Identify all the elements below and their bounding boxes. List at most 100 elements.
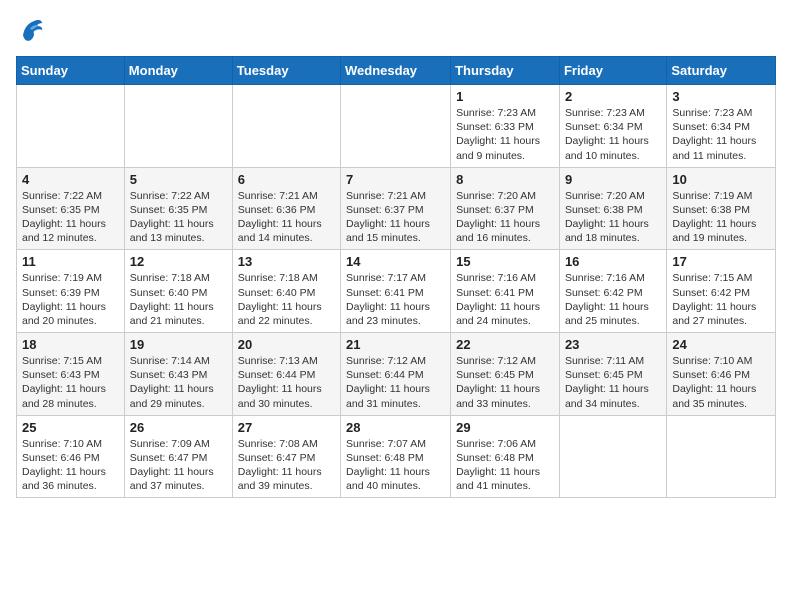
calendar-day-cell — [559, 415, 666, 498]
day-number: 28 — [346, 420, 445, 435]
calendar-day-cell: 5 Sunrise: 7:22 AM Sunset: 6:35 PM Daylig… — [124, 167, 232, 250]
day-number: 27 — [238, 420, 335, 435]
calendar-day-cell: 9 Sunrise: 7:20 AM Sunset: 6:38 PM Daylig… — [559, 167, 666, 250]
day-number: 11 — [22, 254, 119, 269]
calendar-day-cell: 4 Sunrise: 7:22 AM Sunset: 6:35 PM Daylig… — [17, 167, 125, 250]
day-info: Sunrise: 7:16 AM Sunset: 6:41 PM Dayligh… — [456, 271, 554, 328]
day-number: 16 — [565, 254, 661, 269]
day-number: 3 — [672, 89, 770, 104]
calendar-day-cell: 29 Sunrise: 7:06 AM Sunset: 6:48 PM Dayli… — [451, 415, 560, 498]
day-number: 29 — [456, 420, 554, 435]
day-info: Sunrise: 7:17 AM Sunset: 6:41 PM Dayligh… — [346, 271, 445, 328]
day-info: Sunrise: 7:19 AM Sunset: 6:39 PM Dayligh… — [22, 271, 119, 328]
calendar-table: SundayMondayTuesdayWednesdayThursdayFrid… — [16, 56, 776, 498]
calendar-day-cell: 6 Sunrise: 7:21 AM Sunset: 6:36 PM Daylig… — [232, 167, 340, 250]
day-number: 19 — [130, 337, 227, 352]
calendar-body: 1 Sunrise: 7:23 AM Sunset: 6:33 PM Daylig… — [17, 85, 776, 498]
calendar-day-cell: 17Sunrise: 7:15 AM Sunset: 6:42 PM Dayli… — [667, 250, 776, 333]
calendar-week-row: 4 Sunrise: 7:22 AM Sunset: 6:35 PM Daylig… — [17, 167, 776, 250]
day-number: 13 — [238, 254, 335, 269]
day-info: Sunrise: 7:18 AM Sunset: 6:40 PM Dayligh… — [130, 271, 227, 328]
weekday-header-cell: Saturday — [667, 57, 776, 85]
calendar-day-cell: 14 Sunrise: 7:17 AM Sunset: 6:41 PM Dayli… — [341, 250, 451, 333]
day-info: Sunrise: 7:22 AM Sunset: 6:35 PM Dayligh… — [130, 189, 227, 246]
logo-bird-icon — [16, 16, 44, 44]
calendar-day-cell: 2 Sunrise: 7:23 AM Sunset: 6:34 PM Daylig… — [559, 85, 666, 168]
day-info: Sunrise: 7:10 AM Sunset: 6:46 PM Dayligh… — [22, 437, 119, 494]
weekday-header-cell: Friday — [559, 57, 666, 85]
weekday-header-cell: Monday — [124, 57, 232, 85]
day-number: 23 — [565, 337, 661, 352]
day-number: 9 — [565, 172, 661, 187]
day-info: Sunrise: 7:23 AM Sunset: 6:34 PM Dayligh… — [672, 106, 770, 163]
day-number: 12 — [130, 254, 227, 269]
day-info: Sunrise: 7:15 AM Sunset: 6:42 PM Dayligh… — [672, 271, 770, 328]
day-info: Sunrise: 7:12 AM Sunset: 6:44 PM Dayligh… — [346, 354, 445, 411]
calendar-week-row: 25 Sunrise: 7:10 AM Sunset: 6:46 PM Dayli… — [17, 415, 776, 498]
weekday-header-row: SundayMondayTuesdayWednesdayThursdayFrid… — [17, 57, 776, 85]
day-number: 24 — [672, 337, 770, 352]
day-number: 4 — [22, 172, 119, 187]
calendar-week-row: 18Sunrise: 7:15 AM Sunset: 6:43 PM Dayli… — [17, 333, 776, 416]
day-info: Sunrise: 7:22 AM Sunset: 6:35 PM Dayligh… — [22, 189, 119, 246]
calendar-day-cell: 7 Sunrise: 7:21 AM Sunset: 6:37 PM Daylig… — [341, 167, 451, 250]
day-number: 2 — [565, 89, 661, 104]
calendar-day-cell: 10 Sunrise: 7:19 AM Sunset: 6:38 PM Dayli… — [667, 167, 776, 250]
day-info: Sunrise: 7:20 AM Sunset: 6:38 PM Dayligh… — [565, 189, 661, 246]
calendar-day-cell: 3 Sunrise: 7:23 AM Sunset: 6:34 PM Daylig… — [667, 85, 776, 168]
day-number: 21 — [346, 337, 445, 352]
day-info: Sunrise: 7:14 AM Sunset: 6:43 PM Dayligh… — [130, 354, 227, 411]
weekday-header-cell: Wednesday — [341, 57, 451, 85]
calendar-day-cell: 24Sunrise: 7:10 AM Sunset: 6:46 PM Dayli… — [667, 333, 776, 416]
calendar-day-cell: 26Sunrise: 7:09 AM Sunset: 6:47 PM Dayli… — [124, 415, 232, 498]
logo — [16, 16, 48, 44]
day-info: Sunrise: 7:12 AM Sunset: 6:45 PM Dayligh… — [456, 354, 554, 411]
page-header — [16, 16, 776, 44]
calendar-day-cell: 13 Sunrise: 7:18 AM Sunset: 6:40 PM Dayli… — [232, 250, 340, 333]
day-number: 18 — [22, 337, 119, 352]
day-number: 15 — [456, 254, 554, 269]
day-info: Sunrise: 7:21 AM Sunset: 6:37 PM Dayligh… — [346, 189, 445, 246]
calendar-day-cell — [667, 415, 776, 498]
calendar-week-row: 1 Sunrise: 7:23 AM Sunset: 6:33 PM Daylig… — [17, 85, 776, 168]
day-info: Sunrise: 7:20 AM Sunset: 6:37 PM Dayligh… — [456, 189, 554, 246]
day-info: Sunrise: 7:23 AM Sunset: 6:34 PM Dayligh… — [565, 106, 661, 163]
weekday-header-cell: Sunday — [17, 57, 125, 85]
calendar-day-cell — [124, 85, 232, 168]
calendar-day-cell: 1 Sunrise: 7:23 AM Sunset: 6:33 PM Daylig… — [451, 85, 560, 168]
calendar-day-cell: 19 Sunrise: 7:14 AM Sunset: 6:43 PM Dayli… — [124, 333, 232, 416]
day-number: 6 — [238, 172, 335, 187]
day-number: 26 — [130, 420, 227, 435]
day-number: 25 — [22, 420, 119, 435]
day-number: 8 — [456, 172, 554, 187]
day-number: 7 — [346, 172, 445, 187]
calendar-day-cell — [17, 85, 125, 168]
calendar-day-cell: 21 Sunrise: 7:12 AM Sunset: 6:44 PM Dayli… — [341, 333, 451, 416]
calendar-day-cell: 12 Sunrise: 7:18 AM Sunset: 6:40 PM Dayli… — [124, 250, 232, 333]
calendar-day-cell: 16 Sunrise: 7:16 AM Sunset: 6:42 PM Dayli… — [559, 250, 666, 333]
calendar-day-cell: 28Sunrise: 7:07 AM Sunset: 6:48 PM Dayli… — [341, 415, 451, 498]
day-info: Sunrise: 7:19 AM Sunset: 6:38 PM Dayligh… — [672, 189, 770, 246]
calendar-day-cell: 8 Sunrise: 7:20 AM Sunset: 6:37 PM Daylig… — [451, 167, 560, 250]
calendar-day-cell: 11 Sunrise: 7:19 AM Sunset: 6:39 PM Dayli… — [17, 250, 125, 333]
day-info: Sunrise: 7:18 AM Sunset: 6:40 PM Dayligh… — [238, 271, 335, 328]
day-number: 20 — [238, 337, 335, 352]
day-info: Sunrise: 7:21 AM Sunset: 6:36 PM Dayligh… — [238, 189, 335, 246]
weekday-header-cell: Tuesday — [232, 57, 340, 85]
day-info: Sunrise: 7:23 AM Sunset: 6:33 PM Dayligh… — [456, 106, 554, 163]
day-info: Sunrise: 7:16 AM Sunset: 6:42 PM Dayligh… — [565, 271, 661, 328]
day-number: 5 — [130, 172, 227, 187]
calendar-day-cell: 15 Sunrise: 7:16 AM Sunset: 6:41 PM Dayli… — [451, 250, 560, 333]
calendar-day-cell: 23 Sunrise: 7:11 AM Sunset: 6:45 PM Dayli… — [559, 333, 666, 416]
day-info: Sunrise: 7:11 AM Sunset: 6:45 PM Dayligh… — [565, 354, 661, 411]
day-info: Sunrise: 7:06 AM Sunset: 6:48 PM Dayligh… — [456, 437, 554, 494]
calendar-day-cell — [341, 85, 451, 168]
calendar-week-row: 11 Sunrise: 7:19 AM Sunset: 6:39 PM Dayli… — [17, 250, 776, 333]
day-number: 10 — [672, 172, 770, 187]
calendar-day-cell: 18Sunrise: 7:15 AM Sunset: 6:43 PM Dayli… — [17, 333, 125, 416]
day-number: 14 — [346, 254, 445, 269]
day-number: 1 — [456, 89, 554, 104]
weekday-header-cell: Thursday — [451, 57, 560, 85]
day-info: Sunrise: 7:08 AM Sunset: 6:47 PM Dayligh… — [238, 437, 335, 494]
calendar-day-cell: 27 Sunrise: 7:08 AM Sunset: 6:47 PM Dayli… — [232, 415, 340, 498]
